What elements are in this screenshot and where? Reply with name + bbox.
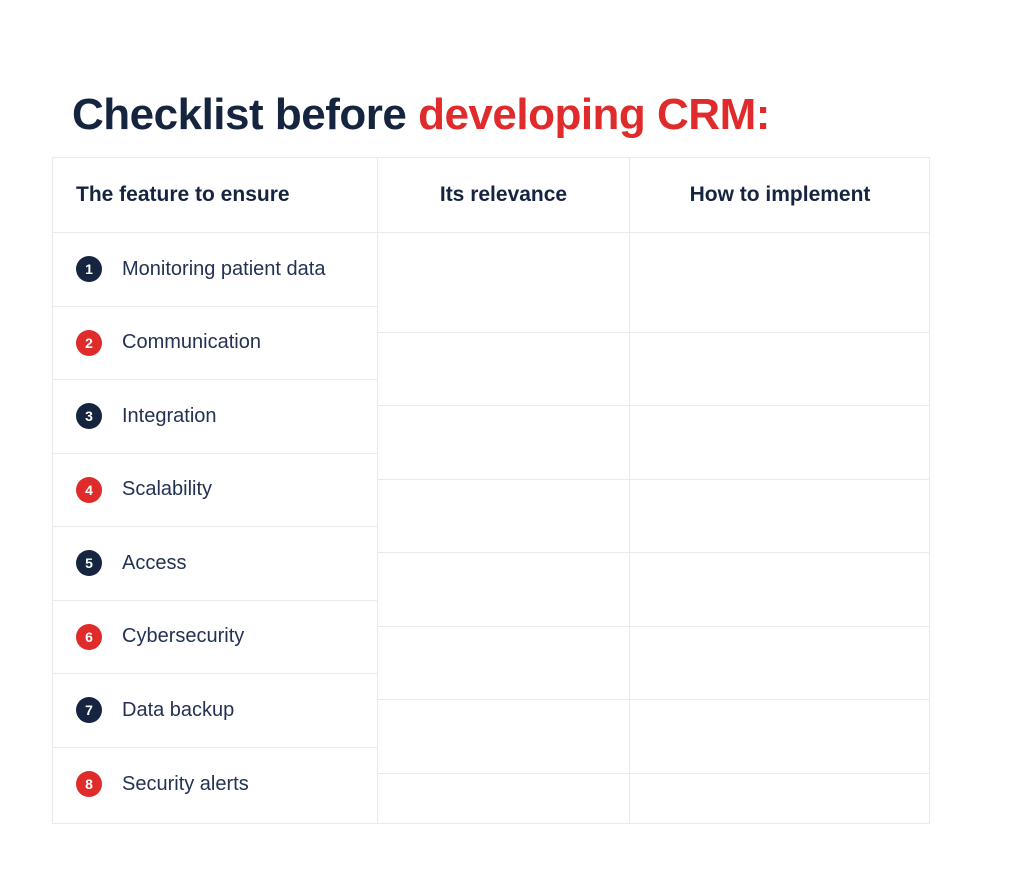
table-row[interactable]: 5 Access: [52, 527, 377, 601]
column-header-relevance: Its relevance: [439, 183, 568, 206]
row-number-badge: 7: [76, 697, 102, 724]
column-header-feature: The feature to ensure: [76, 183, 290, 206]
page-title-primary: Checklist before: [72, 90, 419, 140]
page-title-accent: developing CRM:: [418, 90, 770, 140]
table-row[interactable]: 8 Security alerts: [52, 748, 377, 822]
feature-label: Integration: [122, 404, 217, 427]
implementation-cell[interactable]: [630, 405, 930, 479]
column-header-implementation: How to implement: [689, 183, 871, 206]
feature-label: Cybersecurity: [122, 625, 245, 648]
feature-label: Scalability: [122, 478, 213, 501]
row-number-badge: 3: [76, 403, 102, 430]
relevance-cell[interactable]: [378, 479, 629, 553]
table-row[interactable]: 4 Scalability: [52, 454, 377, 527]
feature-label: Monitoring patient data: [122, 257, 326, 280]
relevance-cell[interactable]: [378, 258, 629, 332]
table-row[interactable]: 6 Cybersecurity: [52, 601, 377, 674]
row-number-badge: 6: [76, 623, 102, 650]
implementation-cell[interactable]: [630, 552, 930, 626]
checklist-table: The feature to ensure Its relevance How …: [52, 157, 930, 824]
checklist-page: Checklist before developing CRM: The fea…: [0, 0, 1024, 886]
row-number-badge: 5: [76, 550, 102, 577]
relevance-cell[interactable]: [378, 552, 629, 626]
feature-label: Security alerts: [122, 772, 249, 795]
feature-label: Access: [122, 551, 187, 574]
relevance-cell[interactable]: [378, 699, 629, 773]
implementation-cell[interactable]: [630, 258, 930, 332]
relevance-cell[interactable]: [378, 626, 629, 700]
table-header-row: The feature to ensure Its relevance How …: [52, 157, 930, 233]
relevance-cell[interactable]: [378, 405, 629, 479]
implementation-cell[interactable]: [630, 626, 930, 700]
implementation-cell[interactable]: [630, 332, 930, 406]
feature-label: Communication: [122, 331, 261, 354]
page-title: Checklist before developing CRM:: [72, 89, 770, 142]
implementation-cell[interactable]: [630, 773, 930, 847]
relevance-cell[interactable]: [378, 773, 629, 847]
feature-column: 1 Monitoring patient data 2 Communication 3 I…: [52, 233, 377, 821]
relevance-cell[interactable]: [378, 332, 629, 406]
row-number-badge: 8: [76, 771, 102, 798]
table-row[interactable]: 7 Data backup: [52, 674, 377, 748]
row-number-badge: 1: [76, 256, 102, 283]
implementation-cell[interactable]: [630, 699, 930, 773]
table-row[interactable]: 3 Integration: [52, 380, 377, 454]
row-number-badge: 2: [76, 329, 102, 356]
feature-label: Data backup: [122, 698, 235, 721]
table-row[interactable]: 2 Communication: [52, 307, 377, 380]
table-row[interactable]: 1 Monitoring patient data: [52, 233, 377, 307]
implementation-cell[interactable]: [630, 479, 930, 553]
row-number-badge: 4: [76, 476, 102, 503]
